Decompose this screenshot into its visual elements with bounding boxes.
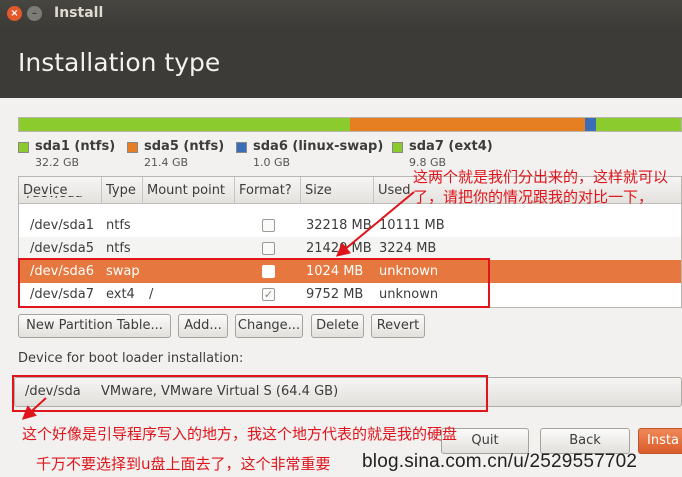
legend-sda1: sda1 (ntfs) 32.2 GB bbox=[18, 139, 128, 171]
table-row-sda5[interactable]: /dev/sda5 ntfs 21420 MB 3224 MB bbox=[19, 237, 681, 260]
annotation-bootloader-note-2: 千万不要选择到u盘上面去了，这个非常重要 bbox=[36, 455, 331, 473]
revert-button[interactable]: Revert bbox=[371, 314, 425, 338]
legend-swatch-sda1 bbox=[18, 142, 29, 153]
cell-used: 3224 MB bbox=[379, 241, 437, 256]
bootloader-label: Device for boot loader installation: bbox=[18, 351, 244, 366]
legend-name-sda1: sda1 (ntfs) bbox=[35, 139, 116, 154]
change-partition-button[interactable]: Change... bbox=[235, 314, 303, 338]
legend-name-sda5: sda5 (ntfs) bbox=[144, 139, 225, 154]
legend-size-sda5: 21.4 GB bbox=[144, 156, 189, 169]
cell-type: ntfs bbox=[106, 241, 131, 256]
cell-size: 21420 MB bbox=[306, 241, 372, 256]
cell-device: /dev/sda5 bbox=[30, 241, 94, 256]
add-partition-button[interactable]: Add... bbox=[178, 314, 228, 338]
cell-size: 32218 MB bbox=[306, 218, 372, 233]
window-title: Install bbox=[54, 5, 104, 21]
cell-device: /dev/sda1 bbox=[30, 218, 94, 233]
partition-usage-bar bbox=[18, 117, 682, 132]
partition-bar-segment-3 bbox=[585, 118, 596, 131]
legend-size-sda1: 32.2 GB bbox=[35, 156, 80, 169]
annotation-partitions-note: 这两个就是我们分出来的，这样就可以了，请把你的情况跟我的对比一下， bbox=[413, 168, 669, 206]
legend-name-sda6: sda6 (linux-swap) bbox=[253, 139, 384, 154]
cell-used: 10111 MB bbox=[379, 218, 445, 233]
legend-size-sda6: 1.0 GB bbox=[253, 156, 291, 169]
legend-sda6: sda6 (linux-swap) 1.0 GB bbox=[236, 139, 386, 171]
partition-bar-segment-1 bbox=[19, 118, 350, 131]
legend-swatch-sda6 bbox=[236, 142, 247, 153]
close-window-icon[interactable]: × bbox=[7, 6, 22, 21]
legend-sda5: sda5 (ntfs) 21.4 GB bbox=[127, 139, 237, 171]
partition-bar-segment-2 bbox=[350, 118, 585, 131]
legend-swatch-sda5 bbox=[127, 142, 138, 153]
blog-watermark: blog.sina.com.cn/u/2529557702 bbox=[362, 451, 638, 472]
window-titlebar: × – Install bbox=[0, 0, 682, 28]
format-checkbox[interactable] bbox=[262, 219, 275, 232]
table-row-sda1[interactable]: /dev/sda1 ntfs 32218 MB 10111 MB bbox=[19, 214, 681, 237]
page-title: Installation type bbox=[18, 48, 221, 77]
minimize-window-icon[interactable]: – bbox=[27, 6, 42, 21]
annotation-highlight-bootloader bbox=[12, 375, 488, 412]
delete-partition-button[interactable]: Delete bbox=[311, 314, 364, 338]
new-partition-table-button[interactable]: New Partition Table... bbox=[18, 314, 171, 338]
install-now-button[interactable]: Insta bbox=[638, 428, 682, 454]
annotation-highlight-new-partitions bbox=[18, 258, 490, 308]
cell-type: ntfs bbox=[106, 218, 131, 233]
partition-bar-segment-4 bbox=[595, 118, 681, 131]
cell-device: /dev/sda bbox=[27, 196, 83, 205]
annotation-bootloader-note-1: 这个好像是引导程序写入的地方，我这个地方代表的就是我的硬盘 bbox=[22, 425, 458, 443]
page-header: Installation type bbox=[0, 28, 682, 98]
legend-name-sda7: sda7 (ext4) bbox=[409, 139, 493, 154]
format-checkbox[interactable] bbox=[262, 242, 275, 255]
legend-swatch-sda7 bbox=[392, 142, 403, 153]
